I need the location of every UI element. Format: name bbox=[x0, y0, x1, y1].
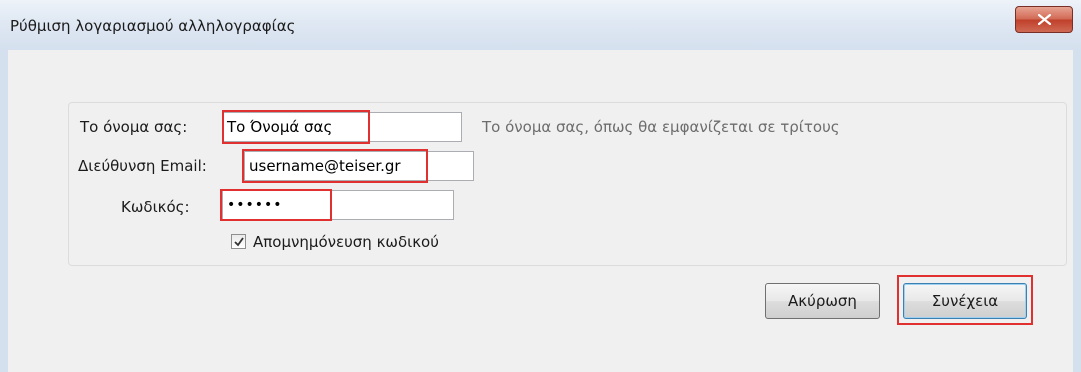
continue-button[interactable]: Συνέχεια bbox=[903, 283, 1027, 319]
close-icon bbox=[1038, 14, 1051, 25]
cancel-button[interactable]: Ακύρωση bbox=[765, 283, 880, 319]
password-label: Κωδικός: bbox=[121, 198, 190, 216]
dialog-body: Το όνομα σας: Το Όνομά σας Το όνομα σας,… bbox=[8, 50, 1073, 372]
name-input[interactable]: Το Όνομά σας bbox=[222, 112, 462, 142]
checkmark-icon bbox=[234, 237, 244, 247]
password-input[interactable]: •••••• bbox=[222, 190, 454, 220]
remember-password-label: Απομνημόνευση κωδικού bbox=[253, 233, 439, 251]
email-label: Διεύθυνση Email: bbox=[78, 157, 207, 175]
name-hint: Το όνομα σας, όπως θα εμφανίζεται σε τρί… bbox=[482, 118, 840, 136]
name-label: Το όνομα σας: bbox=[80, 118, 188, 136]
close-button[interactable] bbox=[1015, 6, 1073, 33]
dialog-title: Ρύθμιση λογαριασμού αλληλογραφίας bbox=[10, 17, 296, 35]
account-setup-dialog: Ρύθμιση λογαριασμού αλληλογραφίας Το όνο… bbox=[0, 0, 1081, 372]
window-frame-right bbox=[1073, 50, 1081, 372]
title-bar[interactable]: Ρύθμιση λογαριασμού αλληλογραφίας bbox=[0, 0, 1081, 50]
remember-password-checkbox[interactable] bbox=[231, 234, 246, 249]
email-input[interactable]: username@teiser.gr bbox=[244, 151, 474, 181]
window-frame-left bbox=[0, 50, 8, 372]
